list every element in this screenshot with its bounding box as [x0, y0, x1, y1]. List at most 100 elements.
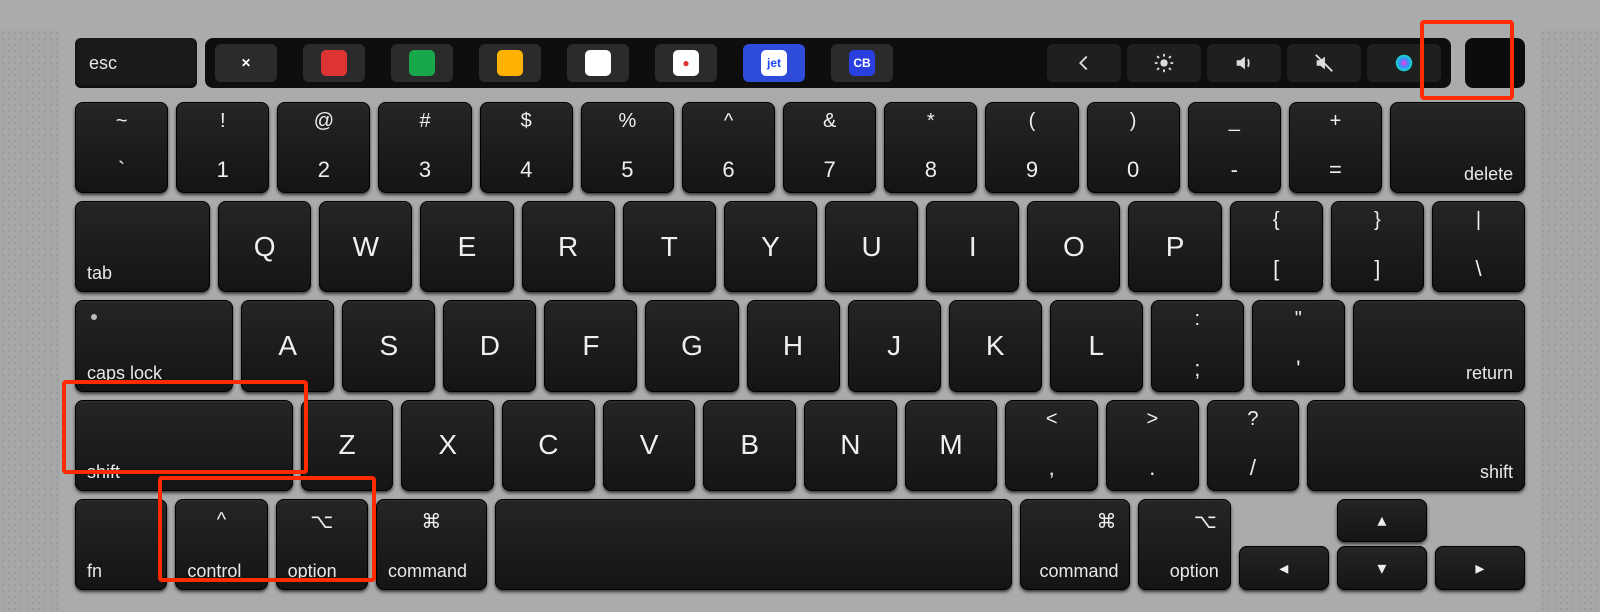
key-q[interactable]: Q	[218, 201, 311, 292]
touchbar-chevron-left-button[interactable]	[1047, 44, 1121, 82]
arrow-up-key[interactable]: ▴	[1337, 499, 1427, 543]
key-[interactable]: |\	[1432, 201, 1525, 292]
siri-icon	[1393, 52, 1415, 74]
key-[interactable]: {[	[1230, 201, 1323, 292]
key-f[interactable]: F	[544, 300, 637, 391]
key-[interactable]: :;	[1151, 300, 1244, 391]
key-8[interactable]: *8	[884, 102, 977, 193]
touchbar-app-app-cb[interactable]: CB	[831, 44, 893, 82]
touchbar-brightness-button[interactable]	[1127, 44, 1201, 82]
key-v[interactable]: V	[603, 400, 696, 491]
touchbar-app-app-red[interactable]	[303, 44, 365, 82]
key-o[interactable]: O	[1027, 201, 1120, 292]
key-k[interactable]: K	[949, 300, 1042, 391]
key-h[interactable]: H	[747, 300, 840, 391]
key-d[interactable]: D	[443, 300, 536, 391]
key-return[interactable]: return	[1353, 300, 1525, 391]
key-m[interactable]: M	[905, 400, 998, 491]
touch-id-button[interactable]	[1465, 38, 1525, 88]
key-[interactable]: >.	[1106, 400, 1199, 491]
right-command-key[interactable]: ⌘command	[1020, 499, 1131, 590]
key-i[interactable]: I	[926, 201, 1019, 292]
key-row-3: shiftZXCVBNM<,>.?/shift	[75, 400, 1525, 491]
key-[interactable]: +=	[1289, 102, 1382, 193]
key-9[interactable]: (9	[985, 102, 1078, 193]
left-control-key[interactable]: ^control	[175, 499, 267, 590]
brightness-icon	[1153, 52, 1175, 74]
app-white1-icon	[585, 50, 611, 76]
arrow-left-key[interactable]: ◂	[1239, 546, 1329, 590]
touchbar-app-close[interactable]: ✕	[215, 44, 277, 82]
key-a[interactable]: A	[241, 300, 334, 391]
touchbar-app-app-yellow[interactable]	[479, 44, 541, 82]
left-command-key[interactable]: ⌘command	[376, 499, 487, 590]
touchbar-controls	[1047, 44, 1441, 82]
right-shift-key[interactable]: shift	[1307, 400, 1525, 491]
key-5[interactable]: %5	[581, 102, 674, 193]
key-4[interactable]: $4	[480, 102, 573, 193]
arrow-down-key[interactable]: ▾	[1337, 546, 1427, 590]
app-red-icon	[321, 50, 347, 76]
touchbar-app-app-white1[interactable]	[567, 44, 629, 82]
volume-icon	[1233, 52, 1255, 74]
key-e[interactable]: E	[420, 201, 513, 292]
key-s[interactable]: S	[342, 300, 435, 391]
key-7[interactable]: &7	[783, 102, 876, 193]
key-0[interactable]: )0	[1087, 102, 1180, 193]
key-[interactable]: _-	[1188, 102, 1281, 193]
arrow-right-key[interactable]: ▸	[1435, 546, 1525, 590]
key-tab[interactable]: tab	[75, 201, 210, 292]
key-c[interactable]: C	[502, 400, 595, 491]
key-2[interactable]: @2	[277, 102, 370, 193]
key-u[interactable]: U	[825, 201, 918, 292]
key-p[interactable]: P	[1128, 201, 1221, 292]
key-r[interactable]: R	[522, 201, 615, 292]
left-shift-key[interactable]: shift	[75, 400, 293, 491]
esc-key[interactable]: esc	[75, 38, 197, 88]
touchbar-siri-button[interactable]	[1367, 44, 1441, 82]
key-[interactable]: }]	[1331, 201, 1424, 292]
key-3[interactable]: #3	[378, 102, 471, 193]
space-key[interactable]	[495, 499, 1012, 590]
key-w[interactable]: W	[319, 201, 412, 292]
key-z[interactable]: Z	[301, 400, 394, 491]
key-n[interactable]: N	[804, 400, 897, 491]
key-[interactable]: "'	[1252, 300, 1345, 391]
key-j[interactable]: J	[848, 300, 941, 391]
touchbar-volume-button[interactable]	[1207, 44, 1281, 82]
key-[interactable]: ~`	[75, 102, 168, 193]
right-option-key[interactable]: ⌥option	[1138, 499, 1230, 590]
key-6[interactable]: ^6	[682, 102, 775, 193]
key-t[interactable]: T	[623, 201, 716, 292]
key-capslock[interactable]: caps lock	[75, 300, 233, 391]
touchbar-app-app-white2[interactable]: ●	[655, 44, 717, 82]
key-[interactable]: <,	[1005, 400, 1098, 491]
key-fn[interactable]: fn	[75, 499, 167, 590]
app-jet-icon: jet	[761, 50, 787, 76]
chevron-left-icon	[1073, 52, 1095, 74]
key-y[interactable]: Y	[724, 201, 817, 292]
key-x[interactable]: X	[401, 400, 494, 491]
key-l[interactable]: L	[1050, 300, 1143, 391]
key-row-0: ~`!1@2#3$4%5^6&7*8(9)0_-+=delete	[75, 102, 1525, 193]
touchbar-mute-button[interactable]	[1287, 44, 1361, 82]
key-row-2: caps lockASDFGHJKL:;"'return	[75, 300, 1525, 391]
key-1[interactable]: !1	[176, 102, 269, 193]
key-g[interactable]: G	[645, 300, 738, 391]
key-b[interactable]: B	[703, 400, 796, 491]
touchbar-app-app-green[interactable]	[391, 44, 453, 82]
speaker-right	[1540, 30, 1600, 612]
keyboard-board: esc ✕●jetCB ~`!1@2#3$4%5^6&7*8(9)0_-+=de…	[0, 0, 1600, 612]
key-[interactable]: ?/	[1207, 400, 1300, 491]
key-row-4: fn^control⌥option⌘command⌘command⌥option…	[75, 499, 1525, 590]
left-option-key[interactable]: ⌥option	[276, 499, 368, 590]
touchbar-strip: ✕ ● jet CB	[205, 38, 1451, 88]
touchbar-app-app-jet[interactable]: jet	[743, 44, 805, 82]
close-icon: ✕	[233, 50, 259, 76]
app-yellow-icon	[497, 50, 523, 76]
mute-icon	[1313, 52, 1335, 74]
key-row-1: tabQWERTYUIOP{[}]|\	[75, 201, 1525, 292]
arrow-cluster: ◂▴▾▸	[1239, 499, 1525, 590]
key-delete[interactable]: delete	[1390, 102, 1525, 193]
caps-indicator	[91, 314, 97, 320]
